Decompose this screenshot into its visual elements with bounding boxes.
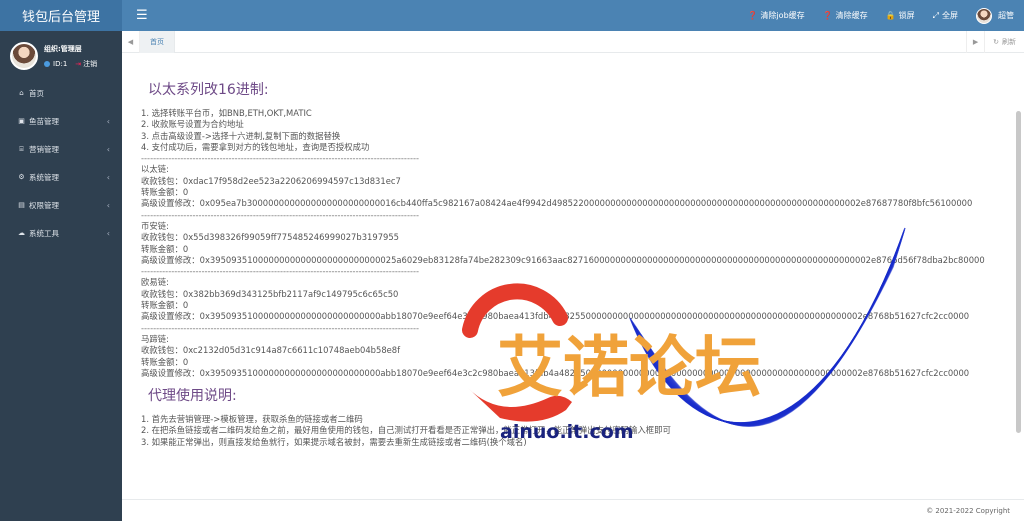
sidebar-item-label: 系统管理: [29, 172, 59, 182]
fish-icon: ▣: [18, 117, 25, 125]
chain-name: 马蹄链:: [141, 333, 169, 344]
separator: ----------------------------------------…: [141, 266, 419, 277]
sidebar-item-permission[interactable]: ▤ 权限管理 ‹: [0, 191, 122, 219]
clear-job-cache-label: 清除job缓存: [760, 11, 805, 20]
chain-amount: 转账金额：0: [141, 187, 189, 198]
avatar[interactable]: [10, 42, 38, 70]
section-title-proxy: 代理使用说明:: [148, 388, 237, 405]
sidebar-item-home[interactable]: ⌂ 首页: [0, 79, 122, 107]
org-name: 组织:管理层: [44, 44, 82, 53]
brand-title: 钱包后台管理: [0, 0, 122, 31]
clear-job-cache-button[interactable]: ❓ 清除job缓存: [747, 10, 804, 21]
tab-home[interactable]: 首页: [140, 30, 175, 53]
copyright: © 2021-2022 Copyright: [926, 506, 1010, 515]
chain-name: 以太链:: [141, 164, 169, 175]
instructions-document: 以太系列改16进制: 1. 选择转账平台币，如BNB,ETH,OKT,MATIC…: [141, 81, 1001, 448]
chevron-left-icon: ‹: [106, 116, 110, 126]
content-scrollbar[interactable]: [1016, 111, 1021, 433]
bars-icon[interactable]: ☰: [136, 8, 148, 23]
sidebar-item-fish[interactable]: ▣ 鱼苗管理 ‹: [0, 107, 122, 135]
proxy-line: 1. 首先去营销管理->模板管理，获取杀鱼的链接或者二维码: [141, 414, 363, 425]
sign-out-icon: ⇥: [75, 59, 82, 68]
sidebar-item-label: 系统工具: [29, 228, 59, 238]
chain-advanced: 高级设置修改：0x3950935100000000000000000000000…: [141, 367, 970, 378]
step-line: 4. 支付成功后，需要拿到对方的钱包地址，查询是否授权成功: [141, 141, 370, 152]
tab-scroll-right-icon[interactable]: ▶: [966, 30, 984, 53]
clear-cache-label: 清除缓存: [835, 11, 868, 20]
bank-icon: ⌸: [19, 144, 24, 153]
chain-amount: 转账金额：0: [141, 300, 189, 311]
user-avatar: [976, 7, 992, 24]
sidebar-nav: ⌂ 首页 ▣ 鱼苗管理 ‹ ⌸ 营销管理 ‹ ⚙ 系统管理 ‹ ▤ 权限管理 ‹ ☁ 系统工具 ‹: [0, 79, 122, 247]
step-line: 1. 选择转账平台币，如BNB,ETH,OKT,MATIC: [141, 108, 312, 118]
gear-icon: ⚙: [18, 173, 25, 181]
user-id: ID:1: [53, 59, 68, 68]
fullscreen-icon: ⤢: [932, 10, 939, 20]
chain-wallet: 收款钱包：0x55d398326f99059ff775485246999027b…: [141, 232, 400, 243]
home-icon: ⌂: [19, 89, 24, 97]
chain-amount: 转账金额：0: [141, 243, 189, 254]
profile-panel: 组织:管理层 ID:1 ⇥ 注销: [0, 35, 122, 77]
chain-name: 欧易链:: [141, 277, 169, 288]
chain-wallet: 收款钱包：0x382bb369d343125bfb2117af9c149795c…: [141, 288, 399, 299]
chevron-left-icon: ‹: [106, 228, 110, 238]
sidebar-item-tools[interactable]: ☁ 系统工具 ‹: [0, 219, 122, 247]
separator: ----------------------------------------…: [141, 209, 419, 220]
profile-info: 组织:管理层 ID:1 ⇥ 注销: [44, 44, 97, 69]
sidebar-item-system[interactable]: ⚙ 系统管理 ‹: [0, 163, 122, 191]
top-actions: ❓ 清除job缓存 ❓ 清除缓存 🔒 锁屏 ⤢ 全屏 超管: [729, 0, 1024, 31]
clear-cache-button[interactable]: ❓ 清除缓存: [823, 10, 868, 21]
lock-icon: 🔒: [885, 11, 896, 20]
chevron-left-icon: ‹: [106, 200, 110, 210]
separator: ----------------------------------------…: [141, 322, 419, 333]
fullscreen-label: 全屏: [942, 11, 958, 20]
id-card-icon: ▤: [18, 201, 25, 209]
user-label: 超管: [998, 11, 1014, 20]
status-dot: [44, 60, 50, 67]
chevron-left-icon: ‹: [106, 144, 110, 154]
step-line: 2. 收款账号设置为合约地址: [141, 119, 244, 130]
sidebar-item-label: 首页: [29, 88, 44, 98]
cloud-icon: ☁: [18, 229, 25, 237]
tab-scroll-left-icon[interactable]: ◀: [122, 30, 140, 53]
footer: © 2021-2022 Copyright: [122, 499, 1024, 521]
sidebar-item-label: 营销管理: [29, 144, 59, 154]
proxy-line: 3. 如果能正常弹出，则直接发给鱼就行，如果提示域名被封，需要去重新生成链接或者…: [141, 436, 527, 447]
page-title: 以太系列改16进制:: [148, 82, 269, 98]
sidebar-item-label: 权限管理: [29, 200, 59, 210]
refresh-button[interactable]: ↻ 刷新: [984, 30, 1024, 53]
separator: ----------------------------------------…: [141, 153, 419, 164]
lock-screen-button[interactable]: 🔒 锁屏: [886, 10, 915, 21]
fullscreen-button[interactable]: ⤢ 全屏: [933, 10, 958, 21]
lock-screen-label: 锁屏: [898, 11, 915, 20]
main-content: 以太系列改16进制: 1. 选择转账平台币，如BNB,ETH,OKT,MATIC…: [122, 53, 1024, 499]
chain-advanced: 高级设置修改：0x3950935100000000000000000000000…: [141, 311, 970, 322]
sidebar-item-label: 鱼苗管理: [29, 116, 59, 126]
profile-meta: ID:1 ⇥ 注销: [44, 59, 97, 69]
top-navbar: 钱包后台管理 ☰ ❓ 清除job缓存 ❓ 清除缓存 🔒 锁屏 ⤢ 全屏 超管: [0, 0, 1024, 31]
sidebar-item-marketing[interactable]: ⌸ 营销管理 ‹: [0, 135, 122, 163]
app-window: 钱包后台管理 ☰ ❓ 清除job缓存 ❓ 清除缓存 🔒 锁屏 ⤢ 全屏 超管 组织:管理…: [0, 0, 1024, 521]
chain-wallet: 收款钱包：0xc2132d05d31c914a87c6611c10748aeb0…: [141, 345, 401, 356]
tab-bar-right: ▶ ↻ 刷新: [966, 30, 1024, 53]
chain-wallet: 收款钱包：0xdac17f958d2ee523a2206206994597c13…: [141, 175, 401, 186]
chain-advanced: 高级设置修改：0x095ea7b300000000000000000000000…: [141, 198, 973, 209]
step-line: 3. 点击高级设置->选择十六进制,复制下面的数据替换: [141, 130, 341, 141]
refresh-icon: ↻: [993, 37, 999, 46]
chain-amount: 转账金额：0: [141, 356, 189, 367]
chevron-left-icon: ‹: [106, 172, 110, 182]
logout-label: 注销: [83, 59, 98, 68]
proxy-line: 2. 在把杀鱼链接或者二维码发给鱼之前，最好用鱼使用的钱包，自己测试打开看看是否…: [141, 425, 671, 436]
tab-bar: ◀ 首页 ▶ ↻ 刷新: [122, 30, 1024, 53]
chain-name: 币安链:: [141, 220, 169, 231]
question-circle-icon: ❓: [747, 11, 758, 20]
refresh-label: 刷新: [1002, 37, 1016, 46]
logout-link[interactable]: ⇥ 注销: [75, 59, 97, 69]
chain-advanced: 高级设置修改：0x3950935100000000000000000000000…: [141, 254, 985, 265]
sidebar: 组织:管理层 ID:1 ⇥ 注销 ⌂ 首页 ▣ 鱼苗管理 ‹ ⌸ 营销管理 ‹ ⚙ 系统管理 ‹…: [0, 31, 122, 521]
user-menu[interactable]: 超管: [976, 7, 1014, 24]
question-circle-icon: ❓: [822, 11, 833, 20]
